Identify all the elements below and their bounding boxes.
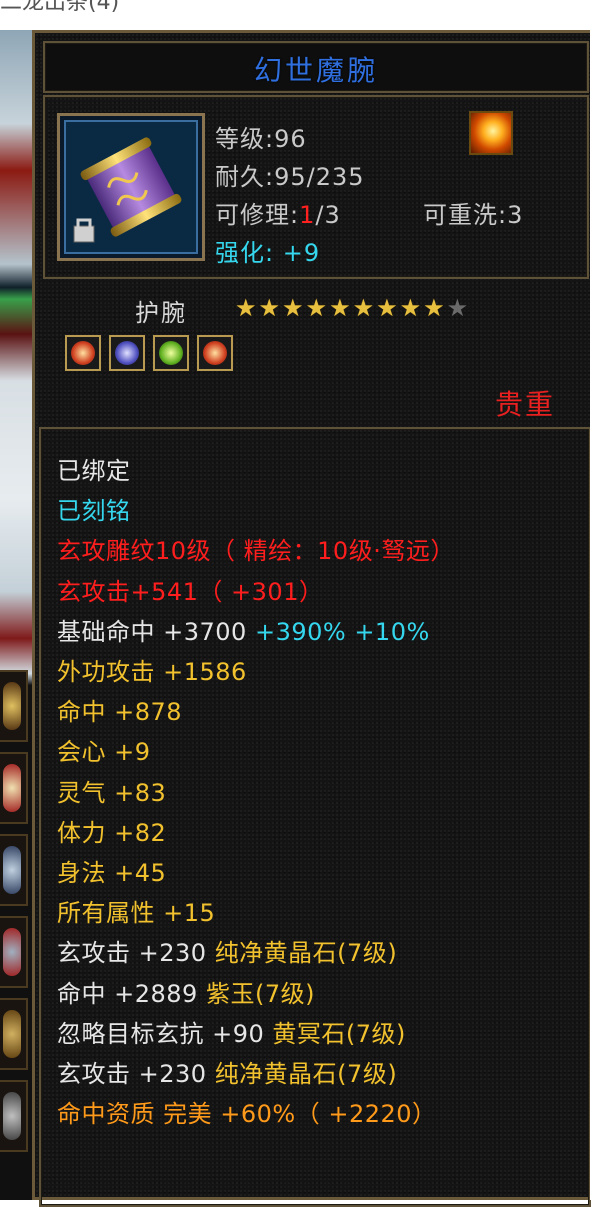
bracer-item-icon [64, 120, 198, 254]
right-edge [590, 30, 600, 1200]
skill-slot[interactable] [0, 670, 28, 742]
gem-stat: 忽略目标玄抗 +90 [57, 1019, 273, 1048]
item-info-frame: 等级:96 耐久:95/235 可修理:1/3 可重洗:3 强化: +9 [43, 95, 589, 279]
gem-socket-icon[interactable] [153, 335, 189, 371]
rewash-row: 可重洗:3 [423, 201, 524, 229]
attribute-label: 命中 [57, 698, 106, 727]
gem-socket-icon[interactable] [109, 335, 145, 371]
attribute-value: +83 [114, 778, 167, 807]
carving-line: 玄攻雕纹10级（ 精绘：10级·驽远） [57, 537, 455, 566]
attribute-label: 身法 [57, 859, 106, 888]
xuan-attack-line: 玄攻击+541（ +301） [57, 577, 324, 606]
bound-status: 已绑定 [57, 457, 131, 485]
engraved-status: 已刻铭 [57, 497, 131, 526]
skill-slot[interactable] [0, 834, 28, 906]
attribute-line: 会心 +9 [57, 732, 455, 772]
attribute-label: 体力 [57, 818, 106, 847]
star-icon: ★ [235, 294, 257, 322]
star-icon: ★ [423, 294, 445, 322]
durability-label: 耐久 [215, 163, 265, 191]
attribute-label: 灵气 [57, 778, 106, 807]
star-icon: ★ [258, 294, 281, 322]
attributes-frame: 已绑定 已刻铭 玄攻雕纹10级（ 精绘：10级·驽远） 玄攻击+541（ +30… [39, 427, 591, 1207]
gem-name: 纯净黄晶石(7级) [214, 939, 398, 968]
durability-value: 95/235 [274, 163, 365, 191]
item-name: 幻世魔腕 [253, 54, 378, 87]
star-icon: ★ [376, 294, 398, 322]
item-type: 护腕 [135, 299, 187, 327]
attribute-line: 命中 +878 [57, 692, 455, 732]
base-hit-label: 基础命中 [57, 617, 164, 646]
gem-name: 黄冥石(7级) [272, 1019, 406, 1048]
attributes-list: 已绑定 已刻铭 玄攻雕纹10级（ 精绘：10级·驽远） 玄攻击+541（ +30… [57, 451, 455, 1134]
gem-stat: 玄攻击 +230 [57, 1060, 215, 1089]
attribute-value: +1586 [163, 658, 247, 687]
item-title-frame: 幻世魔腕 [43, 41, 589, 93]
rewash-value: 3 [507, 201, 524, 229]
star-icon: ★ [305, 294, 328, 322]
repair-label: 可修理 [215, 201, 290, 229]
gem-name: 纯净黄晶石(7级) [214, 1060, 398, 1089]
gem-attribute-line: 命中 +2889 紫玉(7级) [57, 974, 455, 1014]
attribute-label: 会心 [57, 738, 106, 767]
repair-total: /3 [315, 201, 341, 229]
item-tooltip-panel: 幻世魔腕 等级:96 耐久:95/235 可修理:1/3 可重洗:3 强化: +… [32, 30, 598, 1207]
bonus-attributes: 外功攻击 +1586 命中 +878 会心 +9 灵气 +83 体力 +82 身法 +45… [57, 652, 455, 933]
star-icon: ★ [399, 294, 422, 322]
repair-row: 可修理:1/3 [215, 201, 341, 229]
attribute-value: +9 [114, 738, 151, 767]
attribute-label: 所有属性 [57, 899, 155, 928]
enhance-label: 强化 [215, 239, 265, 267]
star-icon: ★ [352, 294, 375, 322]
attribute-value: +15 [163, 899, 216, 928]
gem-attribute-line: 忽略目标玄抗 +90 黄冥石(7级) [57, 1014, 455, 1054]
item-icon-slot[interactable] [57, 113, 205, 261]
star-icon: ★ [329, 294, 351, 322]
hit-quality-line: 命中资质 完美 +60%（ +2220） [57, 1100, 437, 1129]
window-titlebar: 二龙出条(4) [0, 0, 600, 30]
gem-socket-icon[interactable] [65, 335, 101, 371]
repair-used: 1 [299, 201, 316, 229]
star-icon: ★ [446, 294, 469, 322]
base-hit-extra: +390% +10% [254, 617, 430, 646]
rarity-label: 贵重 [495, 388, 556, 421]
base-hit-line: 基础命中 +3700 +390% +10% [57, 612, 455, 652]
level-label: 等级 [215, 125, 265, 153]
attribute-label: 外功攻击 [57, 658, 155, 687]
star-icon: ★ [282, 294, 304, 322]
attribute-value: +45 [114, 859, 167, 888]
skill-slot[interactable] [0, 998, 28, 1070]
skill-slot[interactable] [0, 752, 28, 824]
gem-attribute-line: 玄攻击 +230 纯净黄晶石(7级) [57, 1054, 455, 1094]
base-hit-value: +3700 [163, 617, 255, 646]
attribute-line: 灵气 +83 [57, 773, 455, 813]
durability-row: 耐久:95/235 [215, 163, 365, 191]
attribute-line: 外功攻击 +1586 [57, 652, 455, 692]
gem-sockets [65, 335, 233, 371]
gem-attributes: 玄攻击 +230 纯净黄晶石(7级) 命中 +2889 紫玉(7级) 忽略目标玄抗 … [57, 933, 455, 1094]
gem-name: 紫玉(7级) [205, 979, 315, 1008]
enhance-row: 强化: +9 [215, 239, 321, 267]
enhance-value: +9 [282, 239, 321, 267]
skill-slot[interactable] [0, 1080, 28, 1152]
attribute-value: +82 [114, 818, 167, 847]
gem-socket-icon[interactable] [197, 335, 233, 371]
star-rating: ★ ★ ★ ★ ★ ★ ★ ★ ★ ★ [235, 295, 468, 321]
gem-stat: 玄攻击 +230 [57, 939, 215, 968]
level-row: 等级:96 [215, 125, 307, 153]
level-value: 96 [274, 125, 307, 153]
window-title: 二龙出条(4) [0, 0, 120, 15]
attribute-value: +878 [114, 698, 183, 727]
background-game-scene [0, 30, 32, 1200]
attribute-line: 体力 +82 [57, 813, 455, 853]
gem-attribute-line: 玄攻击 +230 纯净黄晶石(7级) [57, 933, 455, 973]
gem-stat: 命中 +2889 [57, 979, 206, 1008]
attribute-line: 身法 +45 [57, 853, 455, 893]
attribute-line: 所有属性 +15 [57, 893, 455, 933]
rewash-label: 可重洗 [423, 201, 498, 229]
skill-slot[interactable] [0, 916, 28, 988]
fire-skill-icon[interactable] [469, 111, 513, 155]
